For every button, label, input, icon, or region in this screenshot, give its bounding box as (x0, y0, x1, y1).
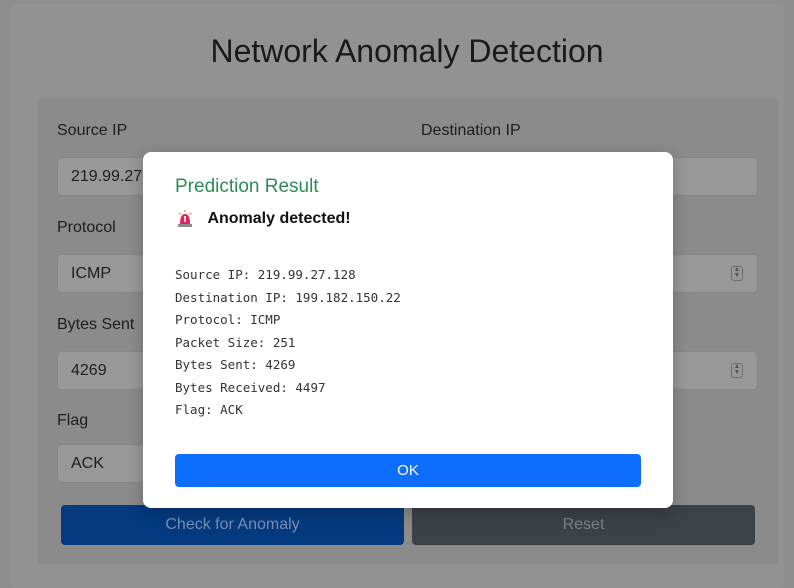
destination-ip-label: Destination IP (421, 122, 521, 139)
reset-button[interactable]: Reset (412, 505, 755, 545)
flag-label: Flag (57, 412, 89, 429)
detail-line: Bytes Sent: 4269 (175, 357, 296, 372)
detail-line: Flag: ACK (175, 402, 243, 417)
ok-button[interactable]: OK (175, 454, 641, 487)
prediction-result-modal: Prediction Result Anomaly detected! Sour… (143, 152, 673, 508)
siren-icon (177, 210, 193, 228)
detail-line: Source IP: 219.99.27.128 (175, 267, 356, 282)
result-details: Source IP: 219.99.27.128 Destination IP:… (175, 264, 401, 422)
spinner-icon[interactable]: ▲ ▼ (731, 363, 743, 378)
modal-title: Prediction Result (175, 176, 319, 197)
detail-line: Protocol: ICMP (175, 312, 281, 327)
bytes-sent-label: Bytes Sent (57, 316, 135, 333)
detail-line: Destination IP: 199.182.150.22 (175, 289, 401, 305)
page-title: Network Anomaly Detection (210, 33, 604, 69)
source-ip-label: Source IP (57, 122, 128, 139)
protocol-label: Protocol (57, 219, 116, 236)
detail-line: Bytes Received: 4497 (175, 379, 326, 395)
alert-row: Anomaly detected! (177, 210, 351, 232)
detail-line: Packet Size: 251 (175, 334, 296, 350)
alert-text: Anomaly detected! (207, 210, 351, 227)
spinner-icon[interactable]: ▲ ▼ (731, 266, 743, 281)
check-anomaly-button[interactable]: Check for Anomaly (61, 505, 404, 545)
